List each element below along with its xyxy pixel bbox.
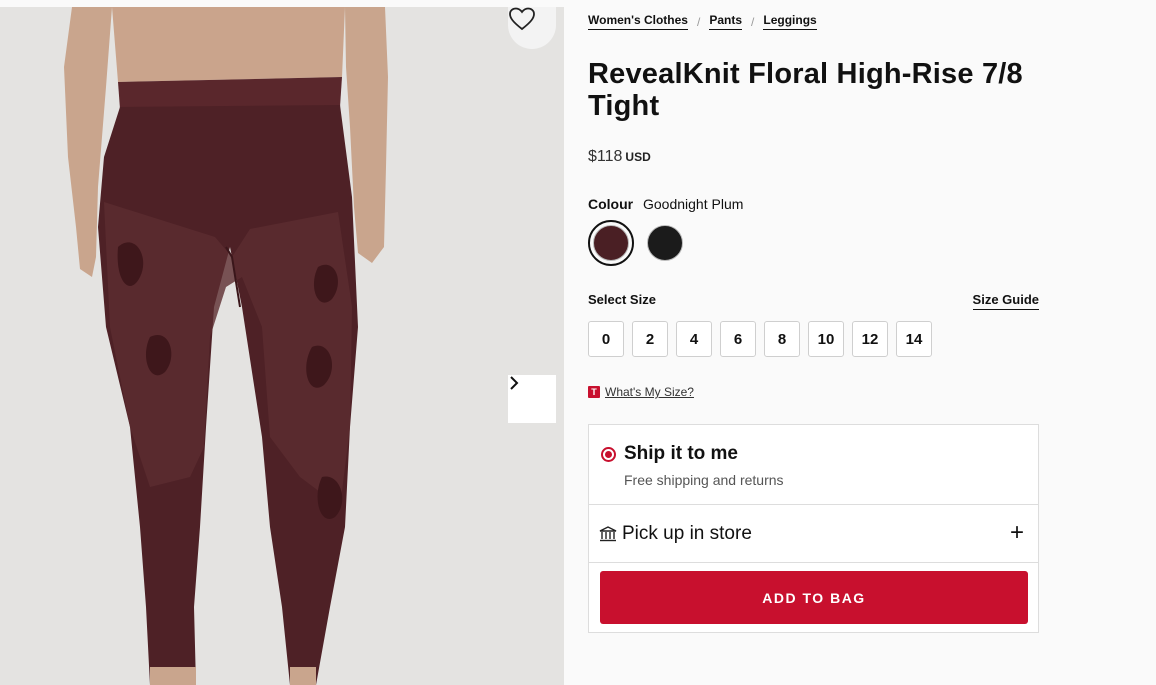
size-option-0[interactable]: 0 [588, 321, 624, 357]
breadcrumb: Women's Clothes / Pants / Leggings [588, 13, 817, 30]
swatch-color [593, 225, 629, 261]
pickup-label: Pick up in store [622, 523, 752, 544]
breadcrumb-leggings[interactable]: Leggings [763, 13, 817, 30]
colour-swatches [588, 220, 688, 266]
price-amount: $118 [588, 148, 623, 165]
selected-colour-name: Goodnight Plum [643, 196, 744, 212]
swatch-goodnight-plum[interactable] [588, 220, 634, 266]
product-title: RevealKnit Floral High-Rise 7/8 Tight [588, 58, 1023, 122]
ship-title: Ship it to me [624, 443, 738, 464]
size-option-2[interactable]: 2 [632, 321, 668, 357]
ship-option[interactable]: Ship it to me Free shipping and returns [589, 425, 1038, 505]
true-fit-icon: T [588, 386, 600, 398]
size-guide-link[interactable]: Size Guide [972, 292, 1039, 310]
size-options: 0 2 4 6 8 10 12 14 [588, 321, 932, 357]
breadcrumb-separator: / [696, 14, 701, 29]
swatch-black[interactable] [642, 220, 688, 266]
price-currency: USD [625, 150, 651, 164]
ship-subtitle: Free shipping and returns [624, 472, 784, 488]
pickup-option[interactable]: Pick up in store + [589, 505, 1038, 563]
ship-radio[interactable] [601, 447, 616, 462]
size-header: Select Size Size Guide [588, 292, 1039, 310]
size-option-14[interactable]: 14 [896, 321, 932, 357]
whats-my-size-link[interactable]: What's My Size? [605, 385, 694, 399]
whats-my-size: T What's My Size? [588, 385, 694, 399]
size-option-4[interactable]: 4 [676, 321, 712, 357]
product-page: Women's Clothes / Pants / Leggings Revea… [0, 0, 1156, 685]
select-size-label: Select Size [588, 292, 656, 307]
store-icon [599, 526, 617, 547]
delivery-options: Ship it to me Free shipping and returns … [588, 424, 1039, 633]
size-option-10[interactable]: 10 [808, 321, 844, 357]
size-option-6[interactable]: 6 [720, 321, 756, 357]
breadcrumb-womens-clothes[interactable]: Women's Clothes [588, 13, 688, 30]
next-image-button[interactable] [508, 375, 556, 423]
swatch-color [647, 225, 683, 261]
add-to-bag-button[interactable]: ADD TO BAG [600, 571, 1028, 624]
colour-label-row: Colour Goodnight Plum [588, 196, 743, 212]
plus-icon[interactable]: + [1010, 519, 1024, 547]
product-image-gallery [0, 7, 564, 685]
product-photo [0, 7, 564, 685]
size-option-12[interactable]: 12 [852, 321, 888, 357]
size-option-8[interactable]: 8 [764, 321, 800, 357]
radio-selected-dot [605, 451, 612, 458]
product-price: $118 USD [588, 148, 651, 166]
breadcrumb-separator: / [751, 14, 755, 29]
breadcrumb-pants[interactable]: Pants [709, 13, 743, 30]
colour-label: Colour [588, 196, 634, 212]
